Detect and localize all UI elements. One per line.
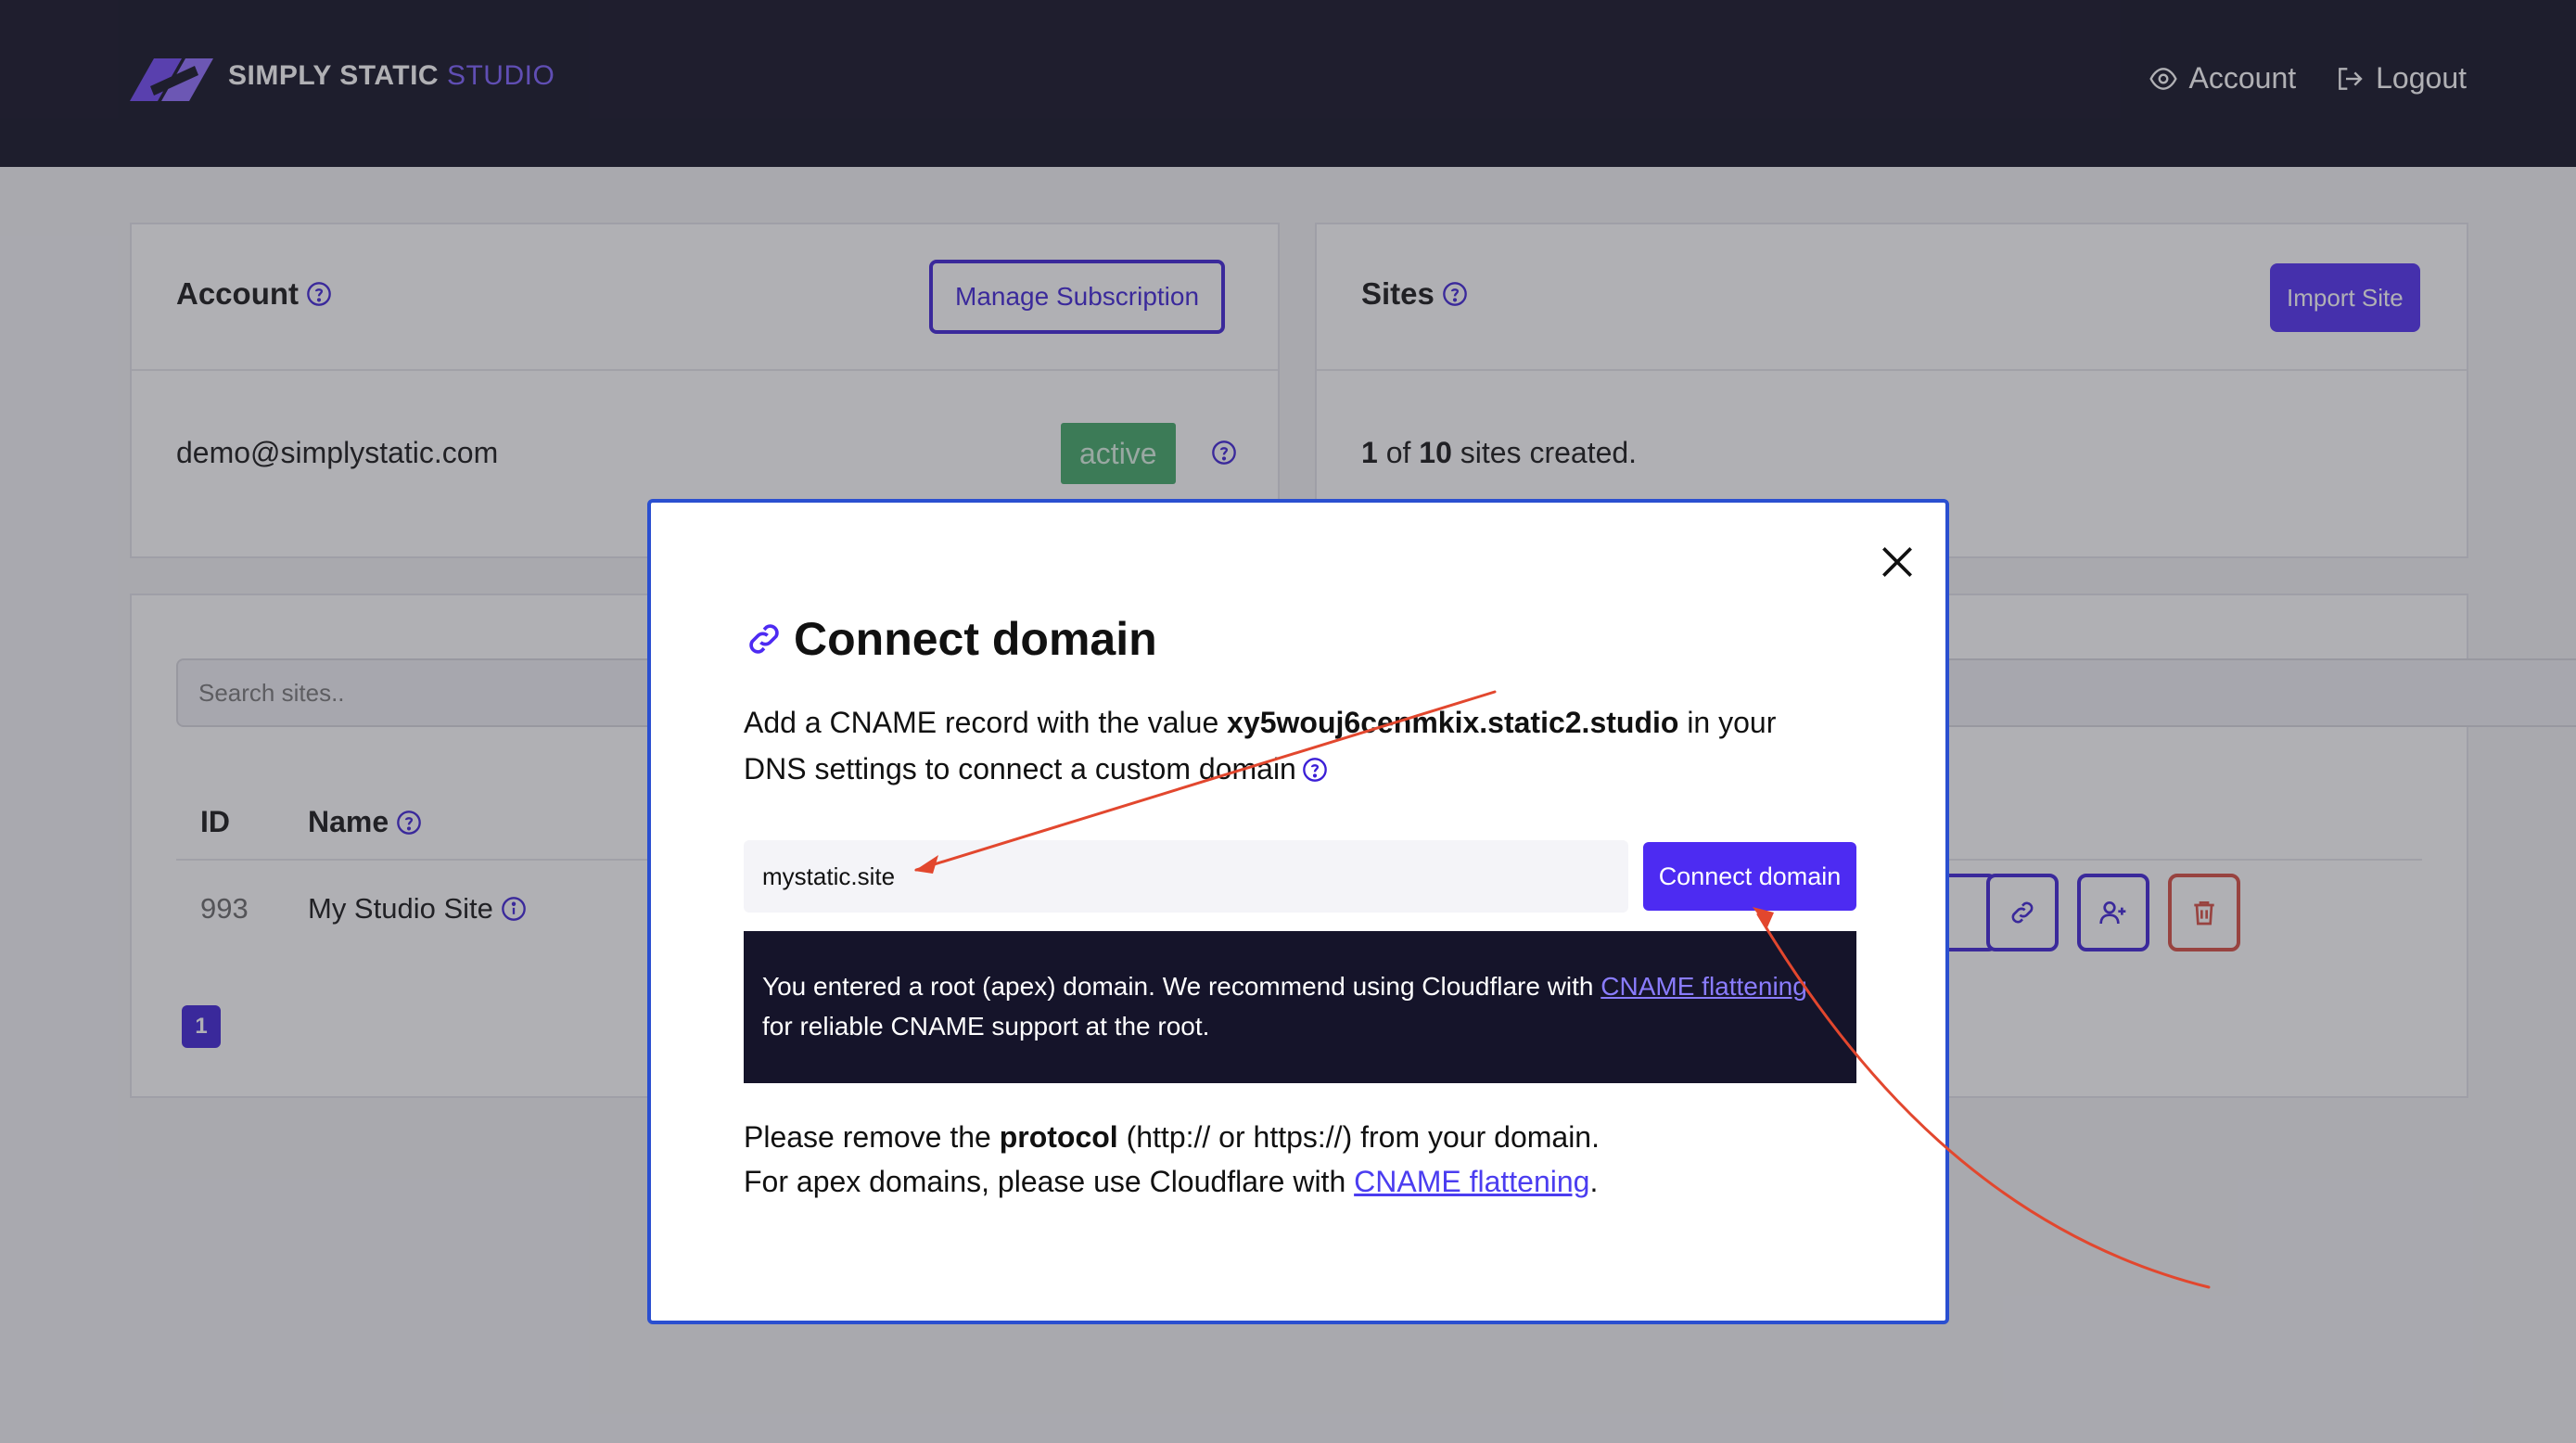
modal-description: Add a CNAME record with the value xy5wou… (744, 706, 1777, 785)
cname-flattening-link[interactable]: CNAME flattening (1600, 972, 1807, 1001)
domain-input[interactable] (744, 840, 1628, 913)
apex-hint: For apex domains, please use Cloudflare … (744, 1165, 1599, 1198)
link-icon (749, 624, 779, 654)
cname-flattening-link-footer[interactable]: CNAME flattening (1354, 1165, 1589, 1198)
apex-domain-notice: You entered a root (apex) domain. We rec… (744, 931, 1856, 1083)
close-icon[interactable] (1877, 542, 1918, 582)
modal-footer-text: Please remove the protocol (http:// or h… (744, 1115, 1856, 1204)
connect-domain-button[interactable]: Connect domain (1643, 842, 1856, 911)
help-icon[interactable] (1302, 757, 1328, 783)
modal-title: Connect domain (744, 612, 1157, 666)
cname-value: xy5wouj6cenmkix.static2.studio (1227, 706, 1679, 739)
connect-domain-modal: Connect domain Add a CNAME record with t… (647, 499, 1949, 1324)
protocol-hint: Please remove the protocol (http:// or h… (744, 1120, 1600, 1154)
